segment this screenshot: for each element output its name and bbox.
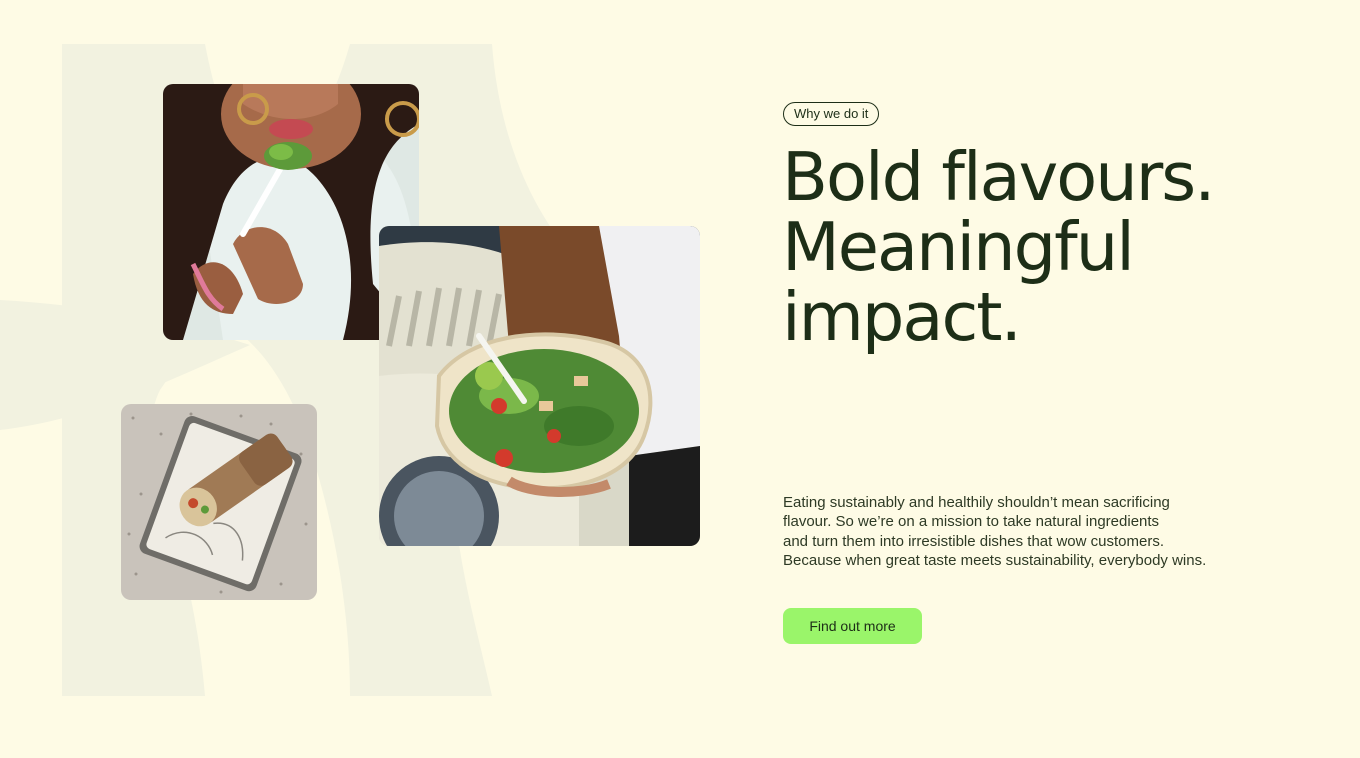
headline-line: impact.: [782, 278, 1022, 356]
hero-description: Eating sustainably and healthily shouldn…: [783, 493, 1263, 570]
hero-headline: Bold flavours. Meaningful impact.: [782, 142, 1322, 352]
find-out-more-button[interactable]: Find out more: [783, 608, 922, 644]
hero-section: Why we do it Bold flavours. Meaningful i…: [0, 0, 1360, 758]
headline-line: Bold flavours.: [782, 138, 1216, 216]
photo-hand-holding-salad-bowl: [379, 226, 700, 546]
photo-wrap-on-tray: [121, 404, 317, 600]
description-line: Eating sustainably and healthily shouldn…: [783, 494, 1170, 511]
description-line: Because when great taste meets sustainab…: [783, 551, 1207, 569]
description-line: and turn them into irresistible dishes t…: [783, 532, 1164, 550]
description-line: flavour. So we’re on a mission to take n…: [783, 513, 1160, 531]
headline-line: Meaningful: [782, 208, 1135, 286]
section-eyebrow-badge: Why we do it: [783, 102, 880, 126]
